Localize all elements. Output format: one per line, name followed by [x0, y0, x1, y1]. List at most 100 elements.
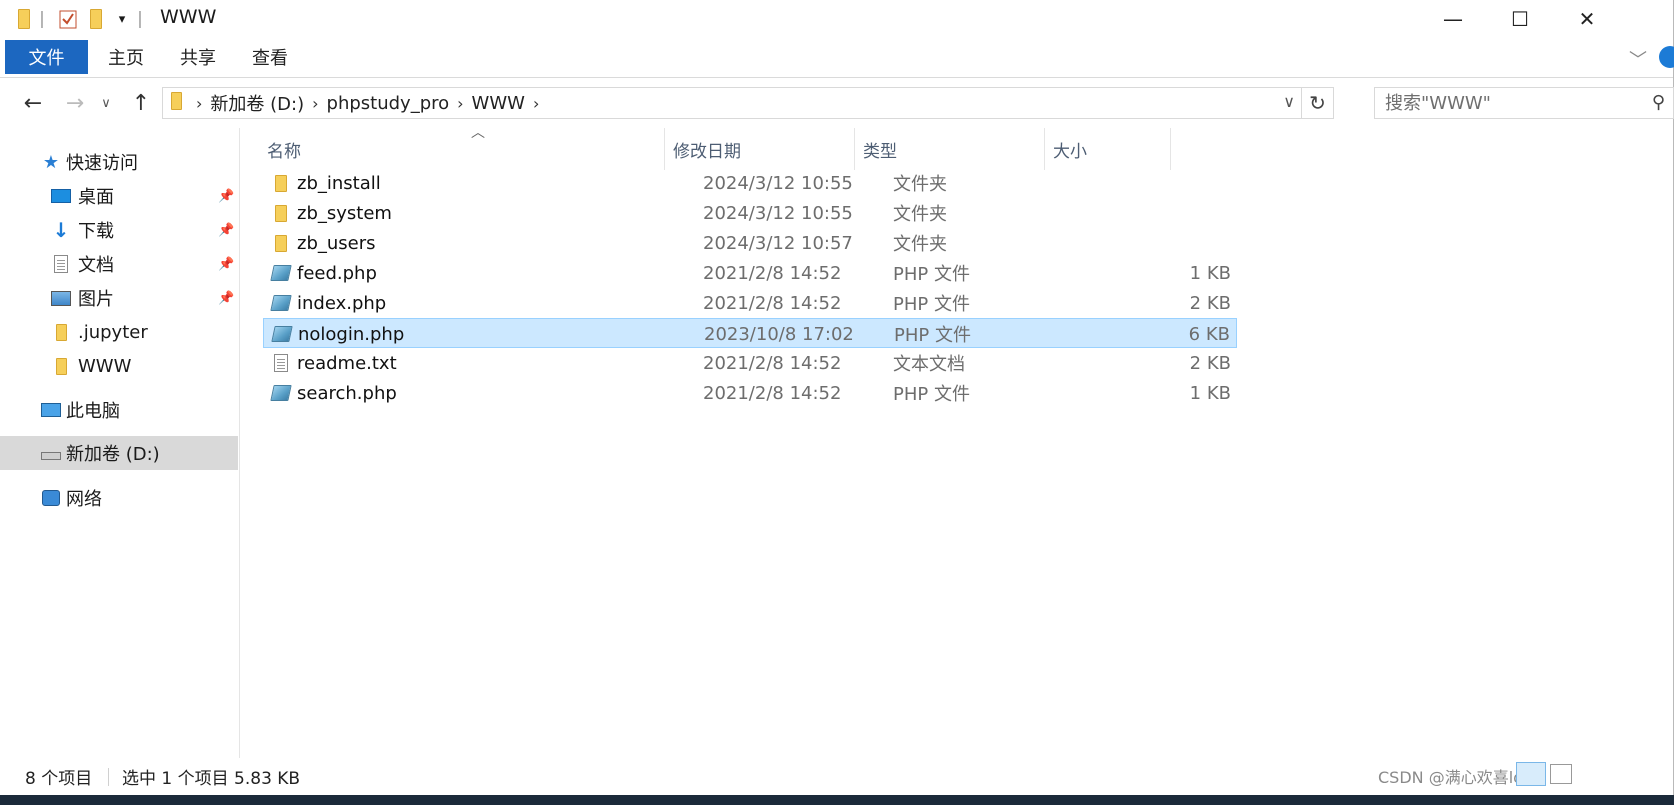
nav-this-pc[interactable]: 此电脑 [0, 394, 238, 426]
maximize-button[interactable]: ☐ [1487, 0, 1553, 38]
file-date: 2021/2/8 14:52 [703, 262, 842, 284]
column-date[interactable]: 修改日期 [665, 128, 855, 170]
nav-label: 图片 [78, 289, 114, 310]
new-folder-icon[interactable] [86, 8, 106, 30]
drive-icon [40, 443, 62, 463]
breadcrumb-phpstudy[interactable]: phpstudy_pro [327, 93, 450, 114]
nav-item-www[interactable]: WWW [0, 350, 238, 382]
back-arrow-icon[interactable]: ← [18, 88, 48, 118]
tab-file[interactable]: 文件 [5, 40, 88, 74]
php-file-icon [270, 383, 292, 403]
folder-icon [50, 322, 72, 342]
column-type[interactable]: 类型 [855, 128, 1045, 170]
file-row[interactable]: zb_install 2024/3/12 10:55 文件夹 [263, 168, 1237, 198]
chevron-right-icon[interactable]: › [457, 94, 463, 113]
up-arrow-icon[interactable]: ↑ [128, 88, 154, 118]
divider [108, 768, 109, 786]
file-name: zb_system [297, 202, 392, 224]
pin-icon[interactable]: 📌 [218, 223, 234, 238]
file-type: 文本文档 [893, 354, 965, 375]
minimize-button[interactable]: — [1420, 0, 1486, 38]
file-size: 2 KB [1189, 292, 1231, 314]
nav-label: 此电脑 [66, 401, 120, 422]
nav-item-desktop[interactable]: 桌面 📌 [0, 180, 238, 212]
nav-quick-access[interactable]: ★ 快速访问 [0, 146, 238, 178]
search-box[interactable]: ⚲ [1374, 87, 1674, 119]
status-bar: 8 个项目 选中 1 个项目 5.83 KB CSDN @满心欢喜love [0, 758, 1673, 795]
nav-label: 桌面 [78, 187, 114, 208]
file-size: 2 KB [1189, 352, 1231, 374]
properties-icon[interactable] [57, 8, 79, 30]
expand-ribbon-icon[interactable]: ﹀ [1629, 46, 1647, 72]
nav-item-pictures[interactable]: 图片 📌 [0, 282, 238, 314]
navigation-bar: ← → ∨ ↑ › 新加卷 (D:) › phpstudy_pro › WWW … [0, 78, 1674, 128]
breadcrumb-drive[interactable]: 新加卷 (D:) [210, 90, 304, 116]
file-row[interactable]: readme.txt 2021/2/8 14:52 文本文档 2 KB [263, 348, 1237, 378]
details-view-icon[interactable] [1516, 762, 1546, 786]
customize-quick-access-icon[interactable]: ▾ [112, 8, 132, 30]
folder-icon [171, 91, 182, 115]
folder-icon [271, 233, 291, 253]
chevron-right-icon[interactable]: › [312, 94, 318, 113]
file-name: readme.txt [297, 352, 397, 374]
forward-arrow-icon[interactable]: → [60, 88, 90, 118]
file-date: 2024/3/12 10:57 [703, 232, 853, 254]
document-icon [50, 254, 72, 274]
nav-label: WWW [78, 355, 132, 377]
close-button[interactable]: ✕ [1554, 0, 1620, 38]
nav-network[interactable]: 网络 [0, 482, 238, 514]
file-row[interactable]: zb_users 2024/3/12 10:57 文件夹 [263, 228, 1237, 258]
file-row[interactable]: search.php 2021/2/8 14:52 PHP 文件 1 KB [263, 378, 1237, 408]
address-dropdown-icon[interactable]: ∨ [1283, 92, 1295, 111]
column-size[interactable]: 大小 [1045, 128, 1171, 170]
tab-home[interactable]: 主页 [96, 40, 156, 74]
file-date: 2021/2/8 14:52 [703, 292, 842, 314]
recent-locations-chevron-icon[interactable]: ∨ [98, 88, 114, 118]
file-name: search.php [297, 382, 397, 404]
file-row[interactable]: zb_system 2024/3/12 10:55 文件夹 [263, 198, 1237, 228]
file-row[interactable]: nologin.php 2023/10/8 17:02 PHP 文件 6 KB [263, 318, 1237, 348]
pin-icon[interactable]: 📌 [218, 189, 234, 204]
breadcrumb-www[interactable]: WWW [472, 93, 525, 114]
file-row[interactable]: feed.php 2021/2/8 14:52 PHP 文件 1 KB [263, 258, 1237, 288]
tab-view[interactable]: 查看 [240, 40, 300, 74]
selection-info: 选中 1 个项目 5.83 KB [122, 769, 301, 789]
file-size: 1 KB [1189, 262, 1231, 284]
nav-drive-d[interactable]: 新加卷 (D:) [0, 436, 238, 470]
file-name: feed.php [297, 262, 377, 284]
file-row[interactable]: index.php 2021/2/8 14:52 PHP 文件 2 KB [263, 288, 1237, 318]
file-date: 2023/10/8 17:02 [704, 323, 854, 345]
nav-item-downloads[interactable]: ↓ 下载 📌 [0, 214, 238, 246]
file-type: PHP 文件 [893, 264, 970, 285]
file-name: nologin.php [298, 323, 405, 345]
address-bar[interactable]: › 新加卷 (D:) › phpstudy_pro › WWW › ∨ ↻ [162, 87, 1334, 119]
ribbon-tabs: 文件 主页 共享 查看 ﹀ [0, 38, 1674, 78]
file-type: PHP 文件 [893, 384, 970, 405]
folder-icon [14, 8, 34, 30]
nav-item-documents[interactable]: 文档 📌 [0, 248, 238, 280]
nav-item-jupyter[interactable]: .jupyter [0, 316, 238, 348]
search-input[interactable] [1385, 92, 1625, 114]
file-date: 2024/3/12 10:55 [703, 172, 853, 194]
help-icon[interactable] [1659, 46, 1674, 68]
pin-icon[interactable]: 📌 [218, 291, 234, 306]
nav-label: 文档 [78, 255, 114, 276]
file-size: 1 KB [1189, 382, 1231, 404]
chevron-right-icon[interactable]: › [533, 94, 539, 113]
refresh-icon[interactable]: ↻ [1301, 88, 1333, 118]
tab-share[interactable]: 共享 [168, 40, 228, 74]
file-date: 2024/3/12 10:55 [703, 202, 853, 224]
title-bar: | ▾ | WWW — ☐ ✕ [0, 0, 1673, 38]
column-name[interactable]: 名称 [259, 128, 665, 170]
large-icons-view-icon[interactable] [1550, 764, 1572, 784]
php-file-icon [271, 324, 293, 344]
window-title: WWW [160, 6, 217, 28]
php-file-icon [270, 293, 292, 313]
chevron-right-icon[interactable]: › [196, 94, 202, 113]
search-icon[interactable]: ⚲ [1652, 92, 1665, 113]
file-type: 文件夹 [893, 174, 947, 195]
pin-icon[interactable]: 📌 [218, 257, 234, 272]
nav-label: 网络 [66, 489, 102, 510]
folder-icon [271, 203, 291, 223]
file-date: 2021/2/8 14:52 [703, 382, 842, 404]
